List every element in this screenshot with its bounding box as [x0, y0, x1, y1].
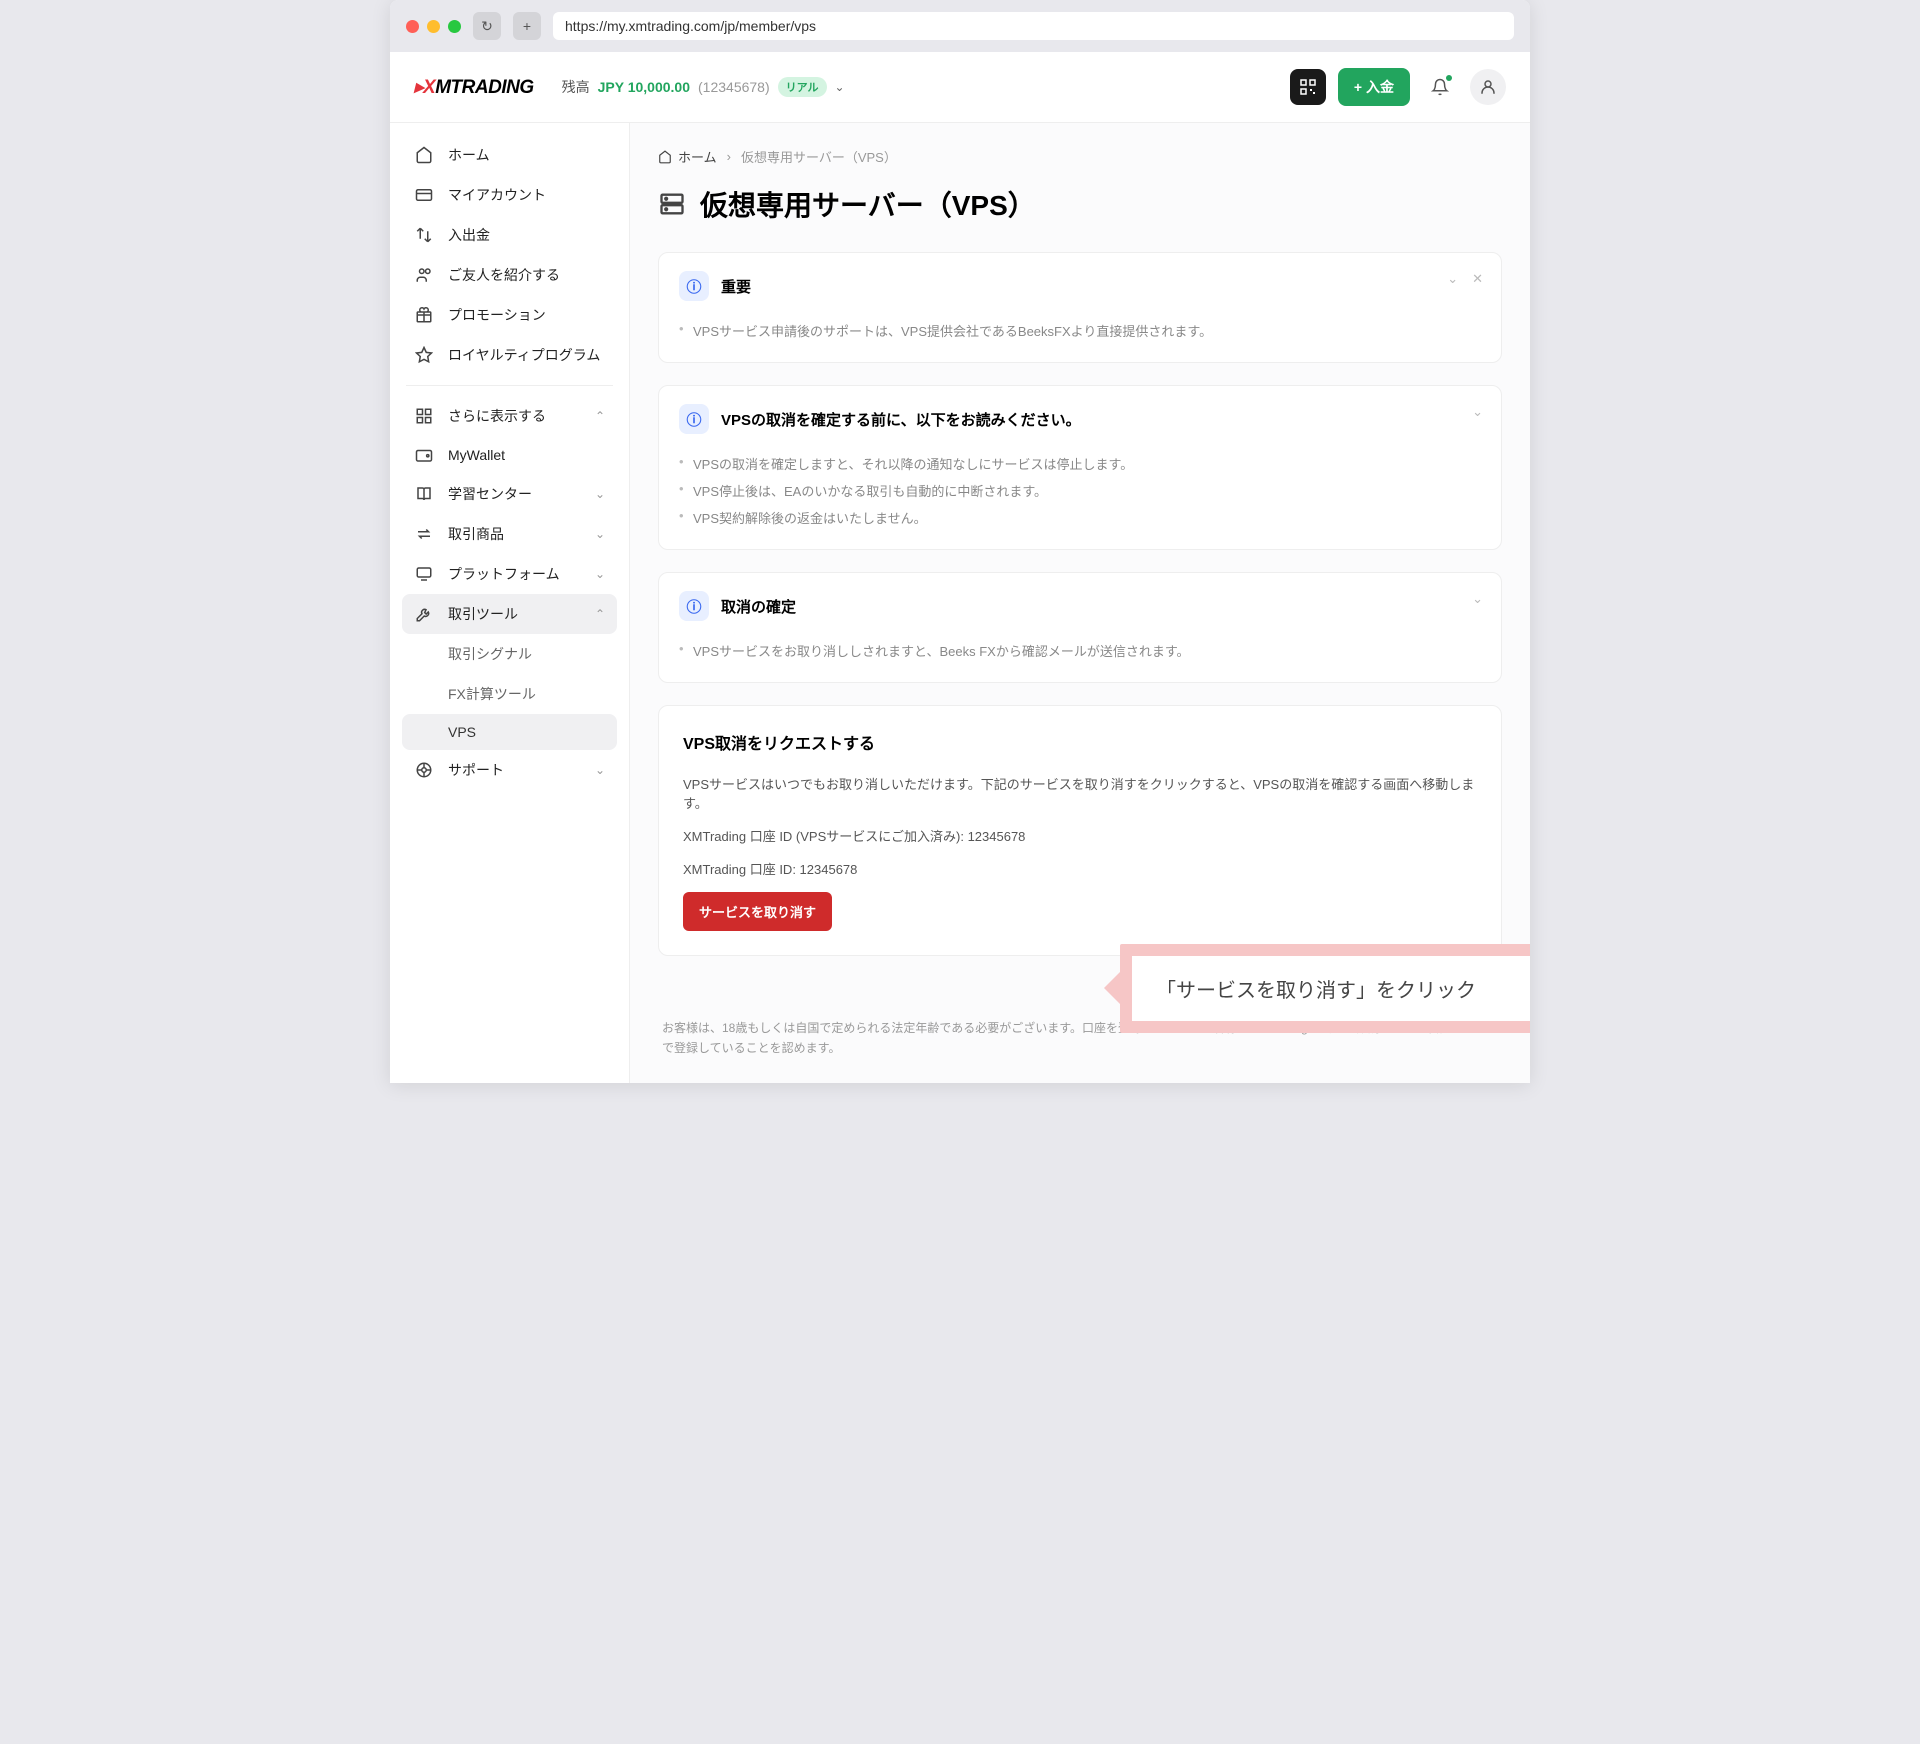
collapse-button[interactable]: ⌄ [1472, 404, 1483, 420]
list-item: VPS停止後は、EAのいかなる取引も自動的に中断されます。 [693, 477, 1481, 504]
info-icon: ⓘ [679, 591, 709, 621]
card-confirm: ⓘ 取消の確定 ⌄ VPSサービスをお取り消ししされますと、Beeks FXから… [658, 572, 1502, 683]
breadcrumb-current: 仮想専用サーバー（VPS） [741, 147, 897, 166]
request-account2: XMTrading 口座 ID: 12345678 [683, 859, 1477, 878]
list-item: VPSサービス申請後のサポートは、VPS提供会社であるBeeksFXより直接提供… [693, 317, 1481, 344]
chevron-down-icon: ⌄ [835, 80, 845, 94]
qr-button[interactable] [1290, 69, 1326, 105]
sidebar-item-refer[interactable]: ご友人を紹介する [402, 255, 617, 295]
user-icon [1479, 78, 1497, 96]
sidebar-item-home[interactable]: ホーム [402, 135, 617, 175]
sidebar-item-learn[interactable]: 学習センター⌄ [402, 474, 617, 514]
account-type-badge: リアル [778, 77, 827, 97]
collapse-button[interactable]: ⌄ [1447, 271, 1458, 287]
chevron-down-icon: ⌄ [595, 527, 605, 541]
maximize-window-icon[interactable] [448, 20, 461, 33]
card-title: 重要 [721, 276, 751, 297]
sidebar-item-deposit[interactable]: 入出金 [402, 215, 617, 255]
deposit-button[interactable]: +入金 [1338, 68, 1410, 106]
close-button[interactable]: ✕ [1472, 271, 1483, 287]
main-content: ホーム › 仮想専用サーバー（VPS） 仮想専用サーバー（VPS） ⓘ 重要 ⌄ [630, 123, 1530, 1083]
sidebar: ホーム マイアカウント 入出金 ご友人を紹介する プロモーション ロイヤルティプ… [390, 123, 630, 1083]
sidebar-item-more[interactable]: さらに表示する⌃ [402, 396, 617, 436]
bell-icon [1431, 78, 1449, 96]
sidebar-subitem-vps[interactable]: VPS [402, 714, 617, 750]
card-request-cancel: VPS取消をリクエストする VPSサービスはいつでもお取り消しいただけます。下記… [658, 705, 1502, 956]
annotation-callout: 「サービスを取り消す」をクリック [1120, 944, 1530, 1033]
chevron-down-icon: ⌄ [595, 487, 605, 501]
minimize-window-icon[interactable] [427, 20, 440, 33]
sidebar-item-support[interactable]: サポート⌄ [402, 750, 617, 790]
card-important: ⓘ 重要 ⌄ ✕ VPSサービス申請後のサポートは、VPS提供会社であるBeek… [658, 252, 1502, 363]
monitor-icon [414, 565, 434, 583]
info-icon: ⓘ [679, 404, 709, 434]
request-account1: XMTrading 口座 ID (VPSサービスにご加入済み): 1234567… [683, 826, 1477, 845]
logo[interactable]: ▸XMTRADING [414, 76, 534, 99]
support-icon [414, 761, 434, 779]
page-title: 仮想専用サーバー（VPS） [658, 184, 1502, 224]
breadcrumb-home[interactable]: ホーム [658, 147, 717, 166]
profile-button[interactable] [1470, 69, 1506, 105]
card-icon [414, 186, 434, 204]
sidebar-item-promo[interactable]: プロモーション [402, 295, 617, 335]
breadcrumb: ホーム › 仮想専用サーバー（VPS） [658, 147, 1502, 166]
list-item: VPS契約解除後の返金はいたしません。 [693, 504, 1481, 531]
sidebar-item-platform[interactable]: プラットフォーム⌄ [402, 554, 617, 594]
chevron-right-icon: › [727, 149, 731, 164]
balance-amount: JPY 10,000.00 [598, 79, 690, 95]
chevron-up-icon: ⌃ [595, 607, 605, 621]
chevron-down-icon: ⌄ [595, 763, 605, 777]
app-header: ▸XMTRADING 残高 JPY 10,000.00 (12345678) リ… [390, 52, 1530, 123]
browser-chrome: ↻ + https://my.xmtrading.com/jp/member/v… [390, 0, 1530, 52]
grid-icon [414, 407, 434, 425]
balance-label: 残高 [562, 77, 590, 97]
plus-icon: + [1354, 79, 1362, 95]
sidebar-subitem-calculator[interactable]: FX計算ツール [402, 674, 617, 714]
close-window-icon[interactable] [406, 20, 419, 33]
card-read-before: ⓘ VPSの取消を確定する前に、以下をお読みください。 ⌄ VPSの取消を確定し… [658, 385, 1502, 550]
card-title: 取消の確定 [721, 596, 796, 617]
cancel-service-button[interactable]: サービスを取り消す [683, 892, 832, 931]
card-title: VPSの取消を確定する前に、以下をお読みください。 [721, 409, 1081, 430]
info-icon: ⓘ [679, 271, 709, 301]
sidebar-item-tools[interactable]: 取引ツール⌃ [402, 594, 617, 634]
sidebar-item-account[interactable]: マイアカウント [402, 175, 617, 215]
sidebar-item-products[interactable]: 取引商品⌄ [402, 514, 617, 554]
home-icon [414, 146, 434, 164]
chevron-up-icon: ⌃ [595, 409, 605, 423]
callout-text: 「サービスを取り消す」をクリック [1132, 956, 1530, 1021]
request-title: VPS取消をリクエストする [683, 730, 1477, 754]
chevron-down-icon: ⌄ [595, 567, 605, 581]
list-item: VPSサービスをお取り消ししされますと、Beeks FXから確認メールが送信され… [693, 637, 1481, 664]
users-icon [414, 266, 434, 284]
transfer-icon [414, 226, 434, 244]
add-tab-button[interactable]: + [513, 12, 541, 40]
refresh-button[interactable]: ↻ [473, 12, 501, 40]
notifications-button[interactable] [1422, 69, 1458, 105]
request-description: VPSサービスはいつでもお取り消しいただけます。下記のサービスを取り消すをクリッ… [683, 774, 1477, 812]
list-item: VPSの取消を確定しますと、それ以降の通知なしにサービスは停止します。 [693, 450, 1481, 477]
sidebar-item-loyalty[interactable]: ロイヤルティプログラム [402, 335, 617, 375]
home-icon [658, 150, 672, 164]
balance-display[interactable]: 残高 JPY 10,000.00 (12345678) リアル ⌄ [562, 77, 845, 97]
star-icon [414, 346, 434, 364]
wallet-icon [414, 446, 434, 464]
qr-icon [1300, 79, 1316, 95]
divider [406, 385, 613, 386]
sidebar-item-wallet[interactable]: MyWallet [402, 436, 617, 474]
collapse-button[interactable]: ⌄ [1472, 591, 1483, 607]
sidebar-subitem-signals[interactable]: 取引シグナル [402, 634, 617, 674]
tools-icon [414, 605, 434, 623]
traffic-lights [406, 20, 461, 33]
server-icon [658, 190, 686, 218]
swap-icon [414, 525, 434, 543]
book-icon [414, 485, 434, 503]
gift-icon [414, 306, 434, 324]
url-bar[interactable]: https://my.xmtrading.com/jp/member/vps [553, 12, 1514, 40]
balance-id: (12345678) [698, 79, 770, 95]
